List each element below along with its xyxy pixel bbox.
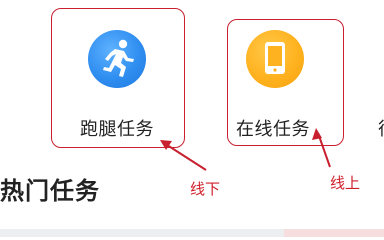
arrow-head-online	[312, 128, 322, 140]
card-strip	[0, 229, 384, 237]
card-strip-right	[284, 229, 384, 237]
section-title: 热门任务	[0, 177, 100, 205]
online-annotation: 线上	[330, 174, 361, 192]
offline-annotation: 线下	[190, 180, 221, 198]
arrow-line-offline	[163, 142, 207, 171]
arrow-head-offline	[160, 140, 172, 150]
